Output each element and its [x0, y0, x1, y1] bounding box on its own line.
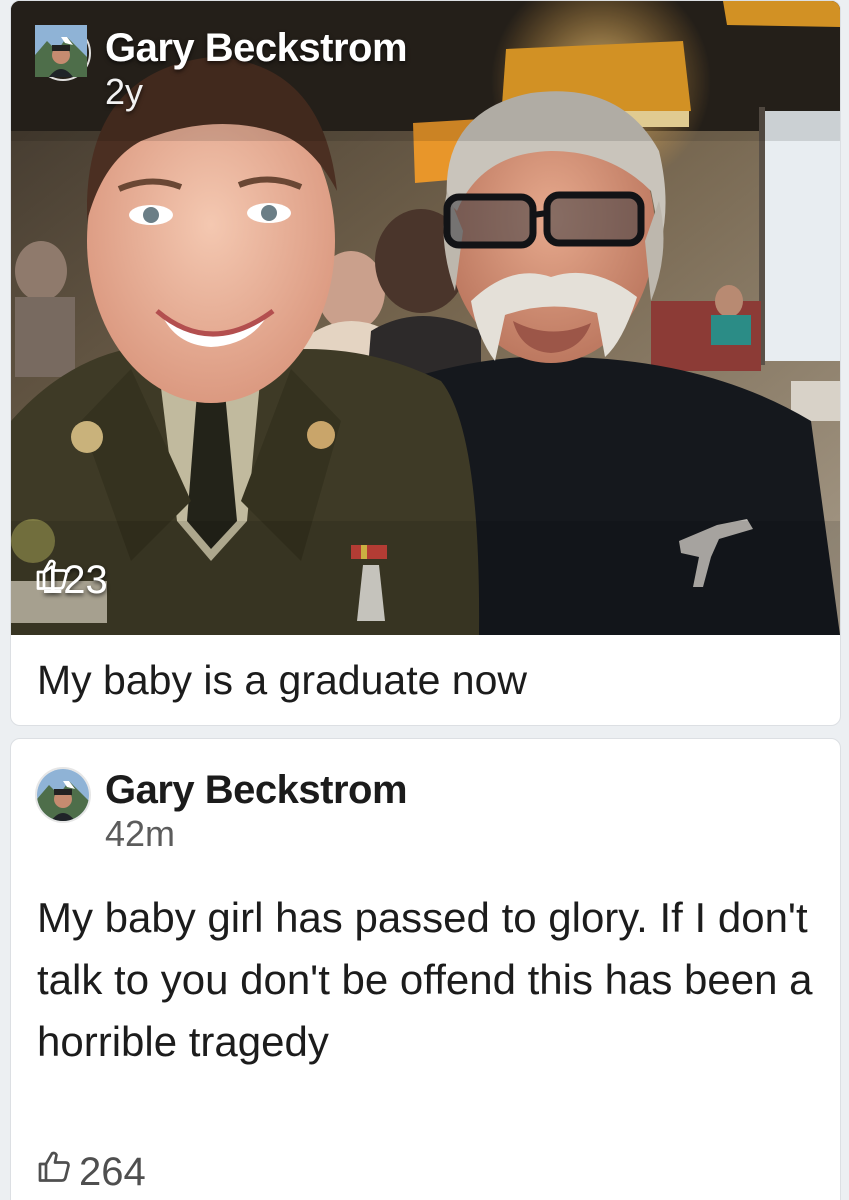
- like-count[interactable]: 123: [35, 557, 108, 603]
- avatar[interactable]: [35, 25, 91, 81]
- text-post-header: Gary Beckstrom 42m: [35, 767, 408, 855]
- post-photo[interactable]: Gary Beckstrom 2y 123: [11, 1, 840, 635]
- profile-avatar-image: [37, 769, 89, 821]
- post-timestamp[interactable]: 42m: [105, 813, 407, 855]
- post-caption: My baby is a graduate now: [37, 657, 527, 703]
- post-timestamp[interactable]: 2y: [105, 71, 407, 113]
- text-post-card[interactable]: Gary Beckstrom 42m My baby girl has pass…: [10, 738, 841, 1200]
- feed: Gary Beckstrom 2y 123 My baby is a gradu…: [0, 0, 849, 1200]
- photo-post-card[interactable]: Gary Beckstrom 2y 123 My baby is a gradu…: [10, 0, 841, 726]
- author-name[interactable]: Gary Beckstrom: [105, 25, 408, 71]
- photo-post-header: Gary Beckstrom 2y: [35, 25, 408, 113]
- profile-avatar-image: [35, 25, 87, 77]
- avatar[interactable]: [35, 767, 91, 823]
- post-body-text: My baby girl has passed to glory. If I d…: [37, 894, 813, 1065]
- author-name[interactable]: Gary Beckstrom: [105, 767, 408, 813]
- like-count[interactable]: 264: [37, 1149, 146, 1195]
- thumbs-up-icon[interactable]: [37, 1149, 73, 1195]
- like-count-value: 264: [79, 1150, 146, 1194]
